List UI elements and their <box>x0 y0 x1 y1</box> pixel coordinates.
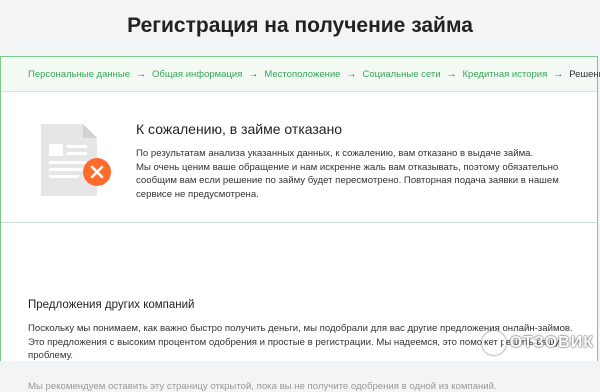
progress-steps: Персональные данные → Общая информация →… <box>1 57 600 92</box>
watermark: ОТЗОВИК <box>481 331 594 355</box>
watermark-text: ОТЗОВИК <box>509 334 594 351</box>
step-arrow-icon: → <box>136 68 146 80</box>
offers-note: Мы рекомендуем оставить эту страницу отк… <box>28 381 497 392</box>
step-arrow-icon: → <box>346 68 357 80</box>
step-decision: Решение <box>569 68 600 80</box>
registration-card: Персональные данные → Общая информация →… <box>0 56 600 392</box>
step-arrow-icon: → <box>248 68 259 80</box>
decline-message: По результатам анализа указанных данных,… <box>136 147 576 201</box>
step-location[interactable]: Местоположение <box>264 69 340 80</box>
step-arrow-icon: → <box>446 68 457 80</box>
step-credit-history[interactable]: Кредитная история <box>463 69 548 80</box>
document-declined-icon <box>41 124 111 196</box>
decline-message-line2: Мы очень ценим ваше обращение и нам искр… <box>136 161 559 200</box>
decline-title: К сожалению, в займе отказано <box>136 121 343 137</box>
decline-message-line1: По результатам анализа указанных данных,… <box>136 148 534 159</box>
step-general-info[interactable]: Общая информация <box>152 69 242 80</box>
step-social-networks[interactable]: Социальные сети <box>362 69 440 80</box>
watermark-logo-icon <box>481 331 506 355</box>
page-title: Регистрация на получение займа <box>127 14 473 37</box>
step-arrow-icon: → <box>553 68 564 80</box>
offers-title: Предложения других компаний <box>28 299 195 311</box>
step-personal-data[interactable]: Персональные данные <box>28 69 130 80</box>
